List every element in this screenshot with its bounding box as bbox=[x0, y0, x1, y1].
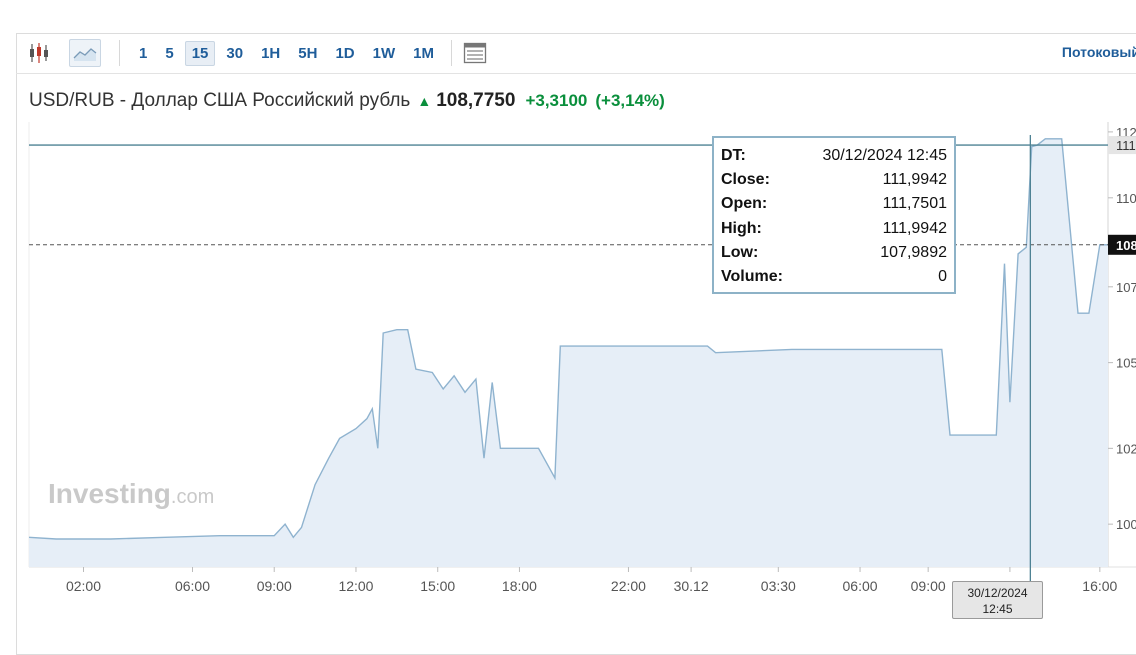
tooltip-dt-label: DT: bbox=[721, 147, 746, 164]
price-chart[interactable]: Investing.com 112110107105102100111108 0… bbox=[0, 0, 1136, 639]
tooltip-open-label: Open: bbox=[721, 195, 768, 213]
x-tick-label: 18:00 bbox=[502, 578, 537, 594]
tooltip-high-label: High: bbox=[721, 219, 762, 237]
crosshair-date: 30/12/2024 bbox=[967, 586, 1028, 600]
tooltip-dt-value: 30/12/2024 12:45 bbox=[822, 147, 947, 164]
crosshair-time-label: 30/12/2024 12:45 bbox=[952, 581, 1043, 619]
tooltip-volume-label: Volume: bbox=[721, 267, 783, 285]
tooltip-low-value: 107,9892 bbox=[880, 243, 947, 261]
x-tick-label: 16:00 bbox=[1082, 578, 1117, 594]
tooltip-open-value: 111,7501 bbox=[882, 195, 947, 213]
y-hover-marker-label: 111 bbox=[1116, 138, 1136, 153]
watermark-suffix: .com bbox=[171, 486, 214, 508]
x-tick-label: 06:00 bbox=[843, 578, 878, 594]
y-tick-label: 110 bbox=[1116, 191, 1136, 206]
x-tick-label: 09:00 bbox=[257, 578, 292, 594]
x-tick-label: 22:00 bbox=[611, 578, 646, 594]
crosshair-time: 12:45 bbox=[982, 602, 1013, 616]
tooltip-volume-value: 0 bbox=[938, 267, 947, 285]
tooltip-high-value: 111,9942 bbox=[882, 219, 947, 237]
y-tick-label: 105 bbox=[1116, 356, 1136, 371]
watermark-brand: Investing bbox=[48, 478, 171, 509]
x-tick-label: 03:30 bbox=[761, 578, 796, 594]
y-price-marker-label: 108 bbox=[1116, 238, 1136, 253]
y-tick-label: 102 bbox=[1116, 441, 1136, 456]
tooltip-close-value: 111,9942 bbox=[882, 171, 947, 189]
y-tick-label: 100 bbox=[1116, 517, 1136, 532]
x-tick-label: 12:00 bbox=[338, 578, 373, 594]
y-tick-label: 107 bbox=[1116, 280, 1136, 295]
x-tick-label: 09:00 bbox=[911, 578, 946, 594]
x-tick-label: 30.12 bbox=[674, 578, 709, 594]
tooltip-close-label: Close: bbox=[721, 171, 770, 189]
watermark-logo: Investing.com bbox=[48, 478, 214, 509]
x-tick-label: 15:00 bbox=[420, 578, 455, 594]
x-tick-label: 06:00 bbox=[175, 578, 210, 594]
ohlc-tooltip: DT: 30/12/2024 12:45 Close: 111,9942 Open:… bbox=[712, 136, 956, 294]
x-tick-label: 02:00 bbox=[66, 578, 101, 594]
tooltip-low-label: Low: bbox=[721, 243, 759, 261]
